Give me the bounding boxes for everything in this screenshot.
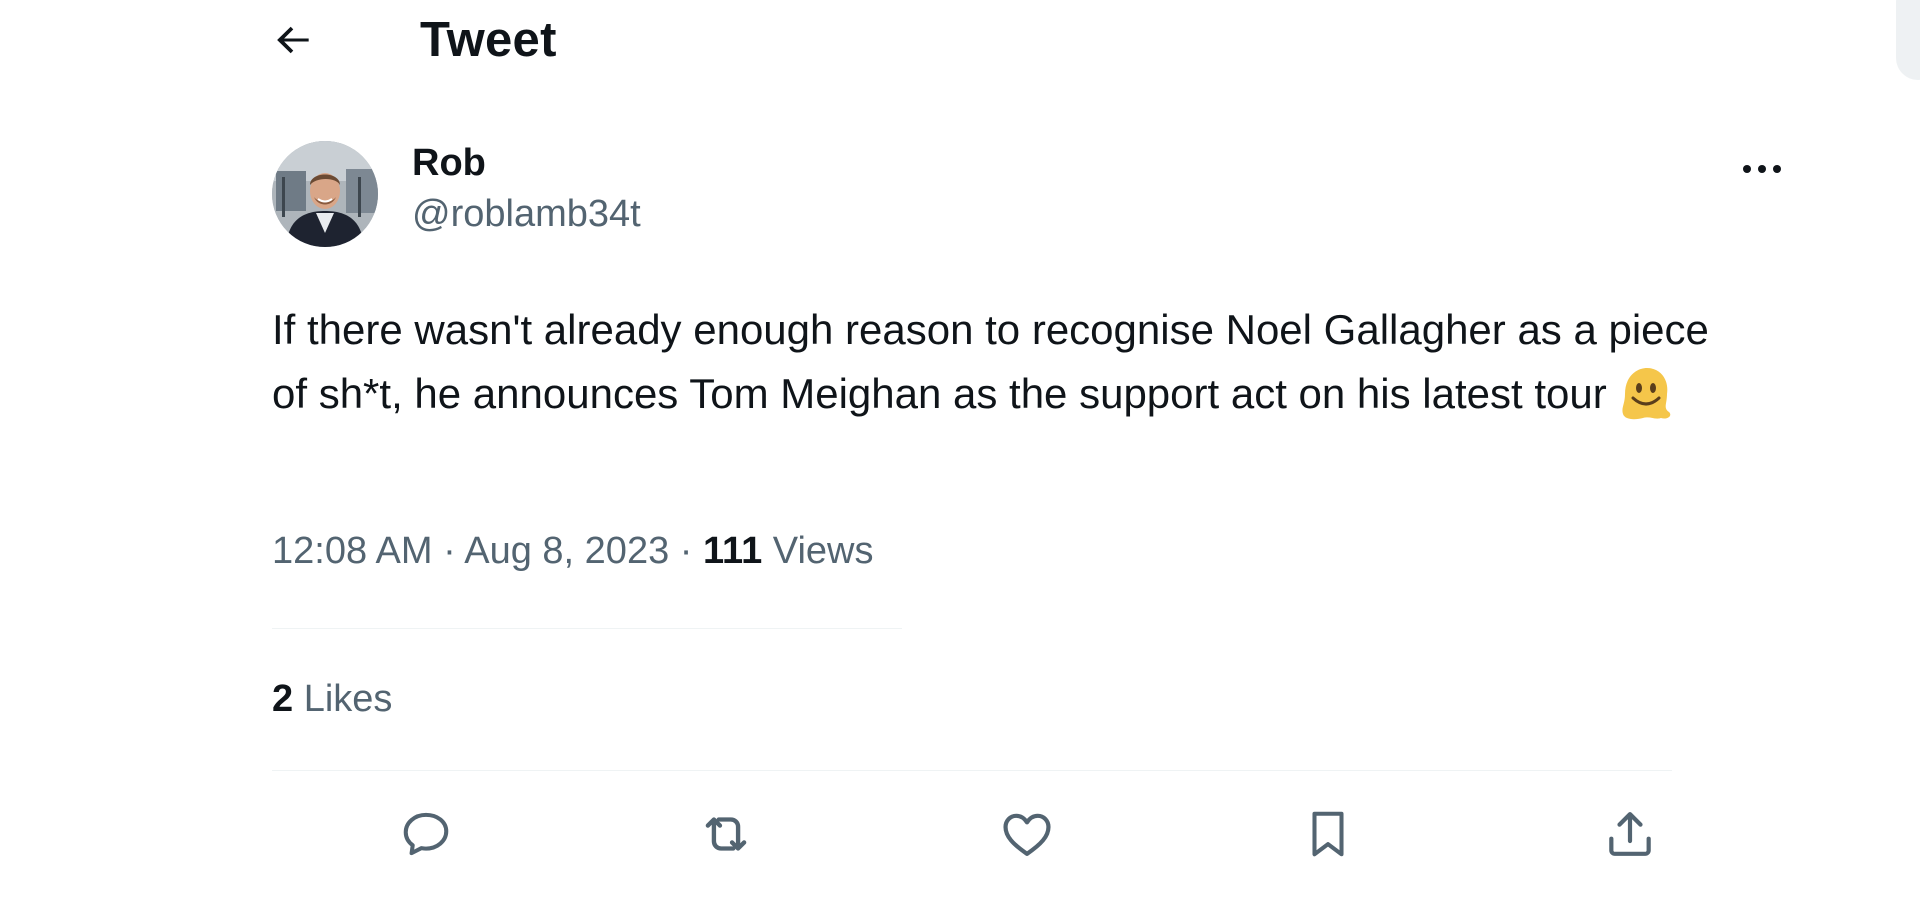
reply-button[interactable]	[378, 786, 474, 882]
tweet-body: If there wasn't already enough reason to…	[272, 298, 1752, 440]
like-button[interactable]	[979, 786, 1075, 882]
tweet-date[interactable]: Aug 8, 2023	[464, 530, 669, 572]
more-options-button[interactable]	[1732, 144, 1792, 194]
retweet-button[interactable]	[678, 786, 774, 882]
meta-separator: ·	[679, 530, 693, 572]
tweet-time[interactable]: 12:08 AM	[272, 530, 433, 572]
views-count: 111	[703, 530, 763, 572]
bookmark-icon	[1312, 811, 1344, 857]
page-title: Tweet	[420, 13, 557, 67]
views-label: Views	[772, 530, 874, 572]
bookmark-button[interactable]	[1280, 786, 1376, 882]
reply-icon	[403, 812, 449, 856]
divider	[272, 628, 902, 629]
tweet-text: If there wasn't already enough reason to…	[272, 306, 1709, 417]
retweet-icon	[705, 817, 747, 851]
tweet-detail-page: Tweet Rob @roblamb34t If there wasn't al…	[0, 0, 1920, 916]
tweet-meta: 12:08 AM · Aug 8, 2023 · 111 Views	[272, 530, 873, 573]
likes-label: Likes	[303, 678, 393, 720]
more-horizontal-icon	[1743, 165, 1781, 173]
divider	[272, 770, 1672, 771]
meta-separator: ·	[443, 530, 456, 572]
author-handle[interactable]: @roblamb34t	[412, 188, 641, 240]
author-names: Rob @roblamb34t	[412, 138, 641, 240]
profile-photo-image	[272, 141, 378, 247]
top-bar: Tweet	[272, 8, 557, 72]
tweet-author: Rob @roblamb34t	[272, 141, 641, 247]
likes-count: 2	[272, 678, 294, 720]
melting-face-emoji-icon	[1617, 364, 1673, 440]
back-button[interactable]	[266, 12, 322, 68]
author-name[interactable]: Rob	[412, 138, 641, 188]
avatar[interactable]	[272, 141, 378, 247]
share-icon	[1609, 812, 1651, 856]
likes-stat[interactable]: 2 Likes	[272, 678, 392, 721]
action-bar	[272, 786, 1672, 882]
scrollbar-edge[interactable]	[1896, 0, 1920, 80]
heart-icon	[1003, 813, 1051, 856]
share-button[interactable]	[1582, 786, 1678, 882]
arrow-left-icon	[277, 26, 309, 54]
